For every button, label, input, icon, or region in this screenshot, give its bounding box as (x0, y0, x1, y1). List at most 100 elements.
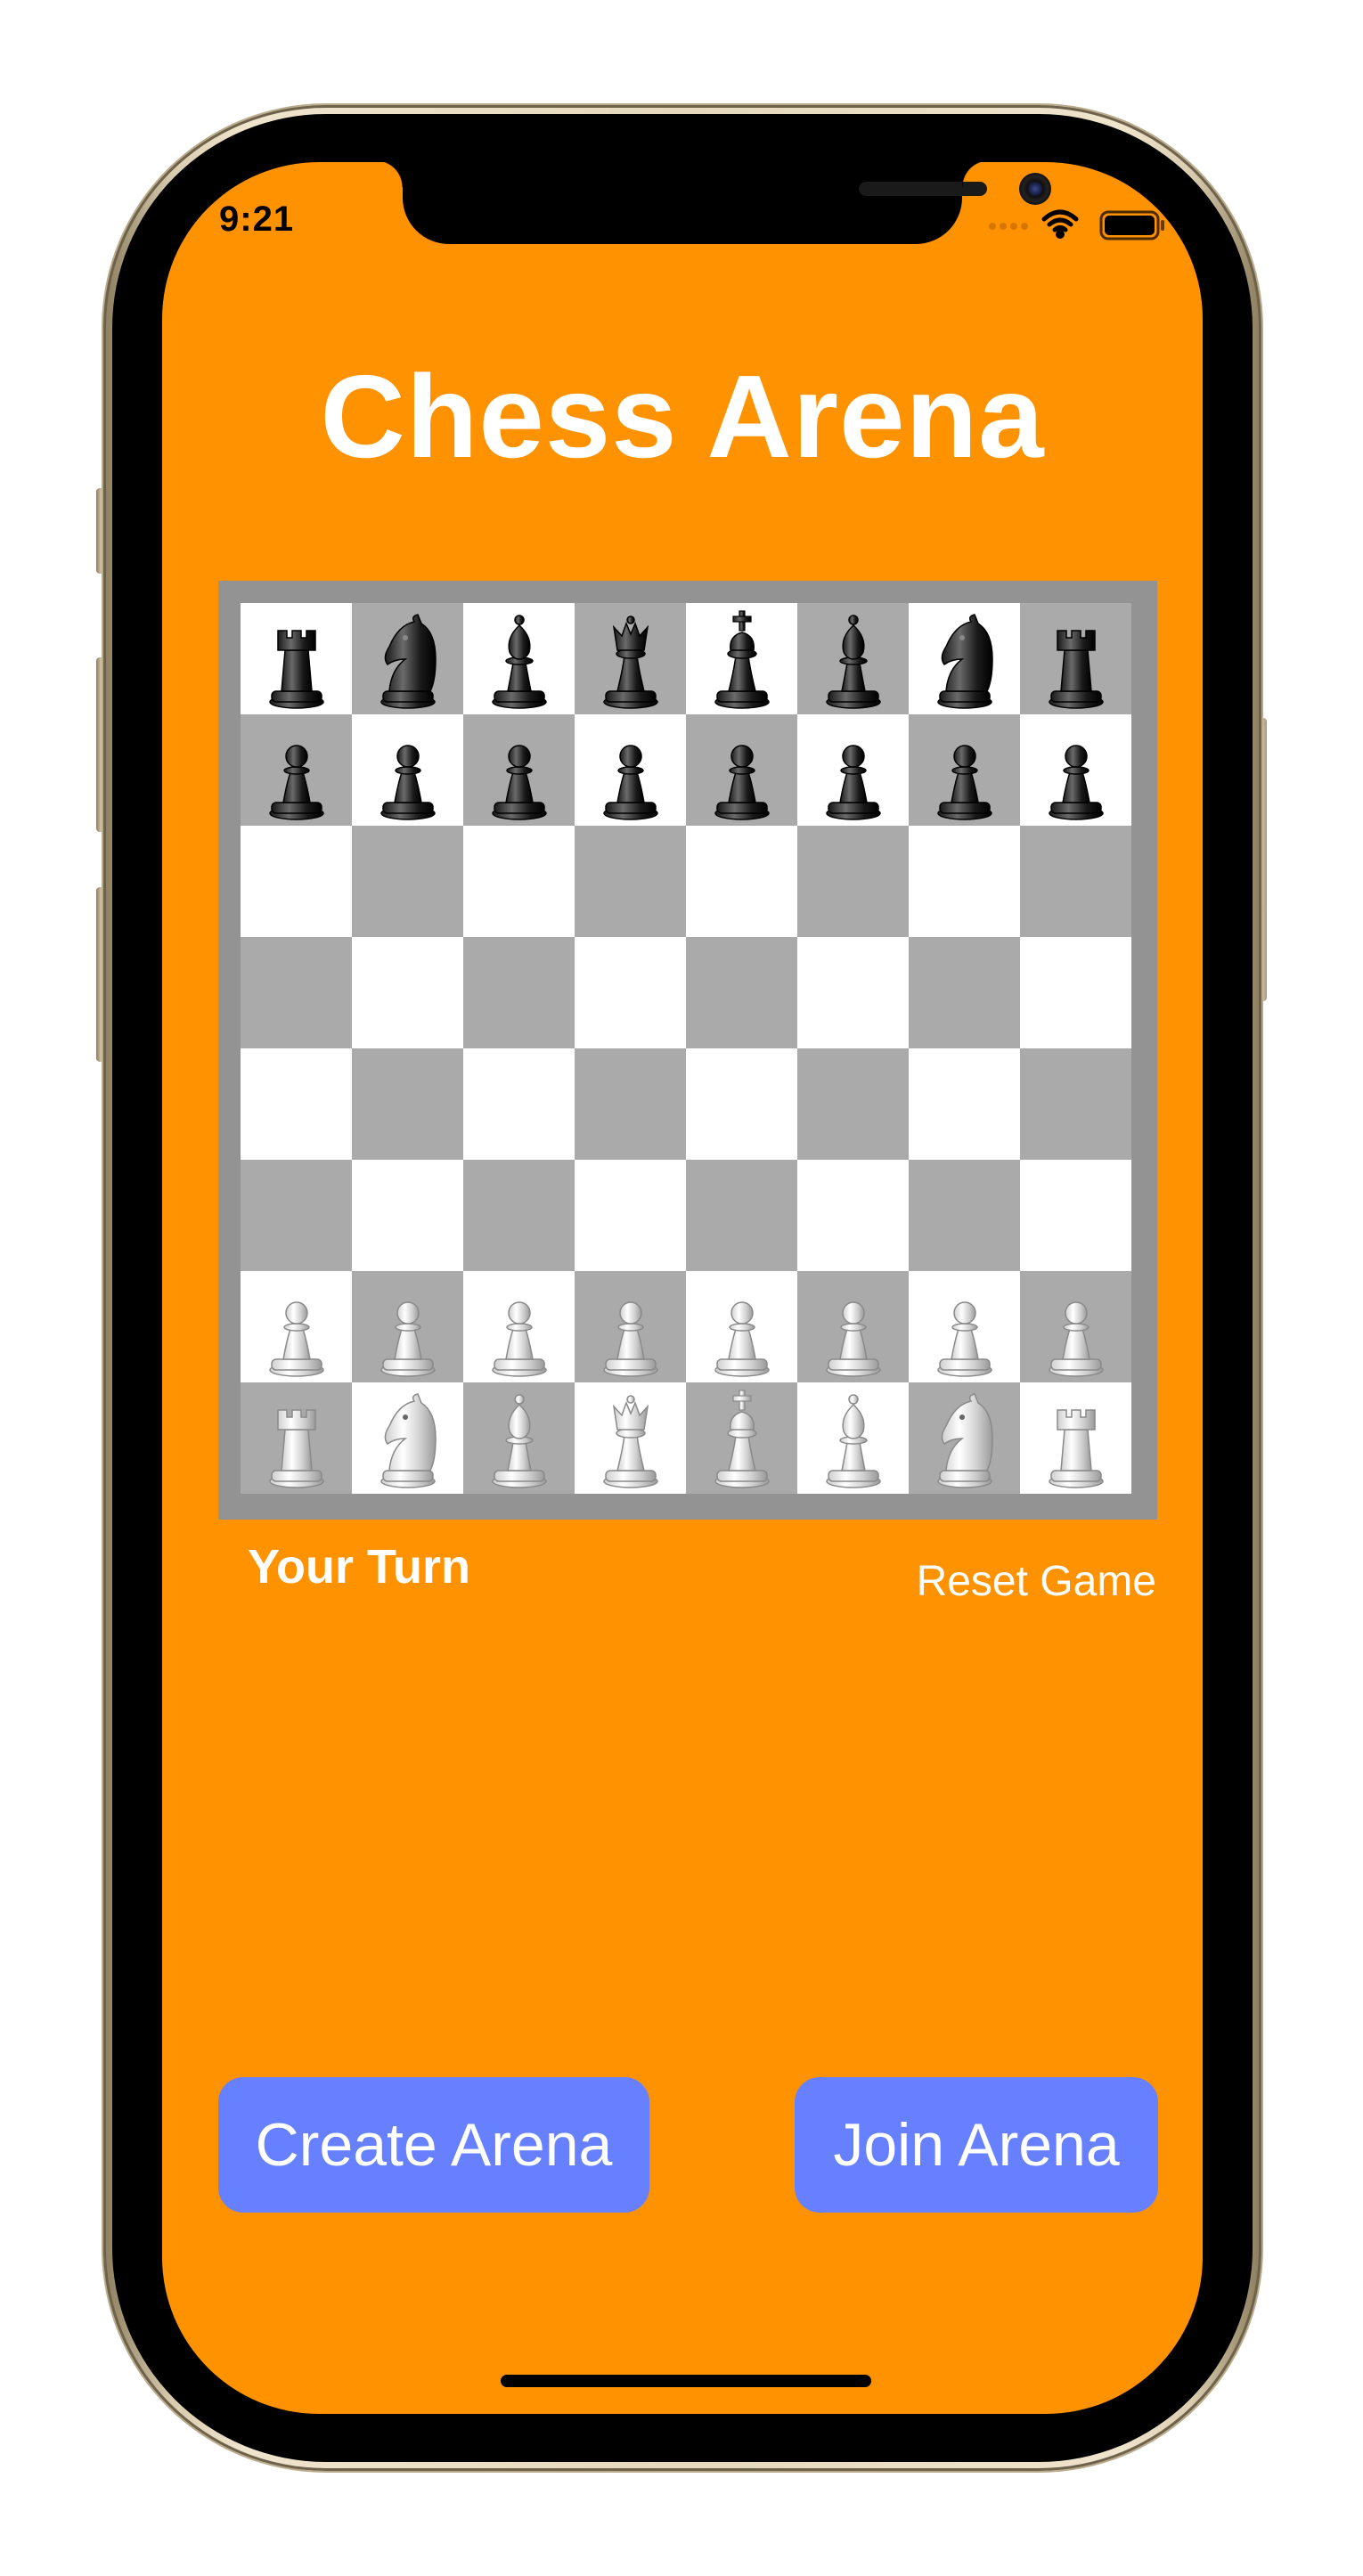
board-square[interactable] (909, 1160, 1020, 1271)
board-square[interactable] (797, 1048, 909, 1160)
board-square[interactable] (909, 1271, 1020, 1382)
black-pawn-icon[interactable] (1027, 717, 1125, 824)
black-knight-icon[interactable] (359, 606, 457, 713)
board-square[interactable] (909, 1048, 1020, 1160)
board-square[interactable] (352, 1271, 463, 1382)
black-pawn-icon[interactable] (359, 717, 457, 824)
board-square[interactable] (1020, 1382, 1131, 1494)
board-square[interactable] (352, 1048, 463, 1160)
white-bishop-icon[interactable] (470, 1385, 568, 1492)
white-bishop-icon[interactable] (804, 1385, 902, 1492)
white-rook-icon[interactable] (1027, 1385, 1125, 1492)
board-square[interactable] (352, 826, 463, 937)
board-square[interactable] (241, 1160, 352, 1271)
board-square[interactable] (463, 603, 575, 714)
board-square[interactable] (797, 1160, 909, 1271)
board-square[interactable] (686, 1382, 797, 1494)
board-square[interactable] (352, 937, 463, 1048)
board-square[interactable] (1020, 1160, 1131, 1271)
board-square[interactable] (352, 714, 463, 826)
white-pawn-icon[interactable] (693, 1274, 791, 1381)
board-square[interactable] (575, 1271, 686, 1382)
board-square[interactable] (463, 1382, 575, 1494)
white-pawn-icon[interactable] (804, 1274, 902, 1381)
home-indicator[interactable] (501, 2375, 871, 2387)
board-square[interactable] (463, 1271, 575, 1382)
board-square[interactable] (1020, 714, 1131, 826)
board-square[interactable] (909, 1382, 1020, 1494)
black-pawn-icon[interactable] (693, 717, 791, 824)
board-square[interactable] (241, 1048, 352, 1160)
black-king-icon[interactable] (693, 606, 791, 713)
board-square[interactable] (463, 1048, 575, 1160)
black-rook-icon[interactable] (248, 606, 346, 713)
board-square[interactable] (463, 937, 575, 1048)
board-square[interactable] (352, 603, 463, 714)
black-queen-icon[interactable] (582, 606, 680, 713)
board-square[interactable] (463, 714, 575, 826)
join-arena-button[interactable]: Join Arena (795, 2077, 1158, 2213)
black-bishop-icon[interactable] (470, 606, 568, 713)
board-square[interactable] (463, 1160, 575, 1271)
board-square[interactable] (1020, 1048, 1131, 1160)
board-square[interactable] (1020, 937, 1131, 1048)
board-square[interactable] (241, 937, 352, 1048)
board-square[interactable] (575, 1160, 686, 1271)
board-square[interactable] (909, 826, 1020, 937)
white-king-icon[interactable] (693, 1385, 791, 1492)
white-pawn-icon[interactable] (359, 1274, 457, 1381)
black-rook-icon[interactable] (1027, 606, 1125, 713)
board-square[interactable] (909, 603, 1020, 714)
board-square[interactable] (241, 826, 352, 937)
white-rook-icon[interactable] (248, 1385, 346, 1492)
black-pawn-icon[interactable] (804, 717, 902, 824)
create-arena-button[interactable]: Create Arena (218, 2077, 649, 2213)
chess-board[interactable] (241, 603, 1131, 1494)
board-square[interactable] (797, 714, 909, 826)
black-pawn-icon[interactable] (470, 717, 568, 824)
board-square[interactable] (575, 826, 686, 937)
board-square[interactable] (241, 1271, 352, 1382)
board-square[interactable] (686, 714, 797, 826)
black-pawn-icon[interactable] (582, 717, 680, 824)
board-square[interactable] (575, 603, 686, 714)
board-square[interactable] (797, 826, 909, 937)
board-square[interactable] (575, 1382, 686, 1494)
board-square[interactable] (686, 937, 797, 1048)
black-knight-icon[interactable] (916, 606, 1014, 713)
board-square[interactable] (352, 1160, 463, 1271)
board-square[interactable] (241, 603, 352, 714)
board-square[interactable] (797, 1271, 909, 1382)
white-pawn-icon[interactable] (248, 1274, 346, 1381)
board-square[interactable] (575, 714, 686, 826)
board-square[interactable] (1020, 1271, 1131, 1382)
white-pawn-icon[interactable] (1027, 1274, 1125, 1381)
white-knight-icon[interactable] (916, 1385, 1014, 1492)
board-square[interactable] (686, 826, 797, 937)
white-pawn-icon[interactable] (470, 1274, 568, 1381)
white-pawn-icon[interactable] (582, 1274, 680, 1381)
board-square[interactable] (352, 1382, 463, 1494)
white-pawn-icon[interactable] (916, 1274, 1014, 1381)
board-square[interactable] (575, 1048, 686, 1160)
board-square[interactable] (909, 714, 1020, 826)
board-square[interactable] (1020, 826, 1131, 937)
board-square[interactable] (575, 937, 686, 1048)
board-square[interactable] (1020, 603, 1131, 714)
board-square[interactable] (686, 603, 797, 714)
white-knight-icon[interactable] (359, 1385, 457, 1492)
black-pawn-icon[interactable] (248, 717, 346, 824)
board-square[interactable] (241, 1382, 352, 1494)
board-square[interactable] (909, 937, 1020, 1048)
board-square[interactable] (797, 937, 909, 1048)
black-pawn-icon[interactable] (916, 717, 1014, 824)
white-queen-icon[interactable] (582, 1385, 680, 1492)
black-bishop-icon[interactable] (804, 606, 902, 713)
board-square[interactable] (797, 603, 909, 714)
board-square[interactable] (241, 714, 352, 826)
board-square[interactable] (686, 1160, 797, 1271)
reset-game-button[interactable]: Reset Game (917, 1557, 1156, 1606)
board-square[interactable] (686, 1271, 797, 1382)
board-square[interactable] (686, 1048, 797, 1160)
board-square[interactable] (797, 1382, 909, 1494)
